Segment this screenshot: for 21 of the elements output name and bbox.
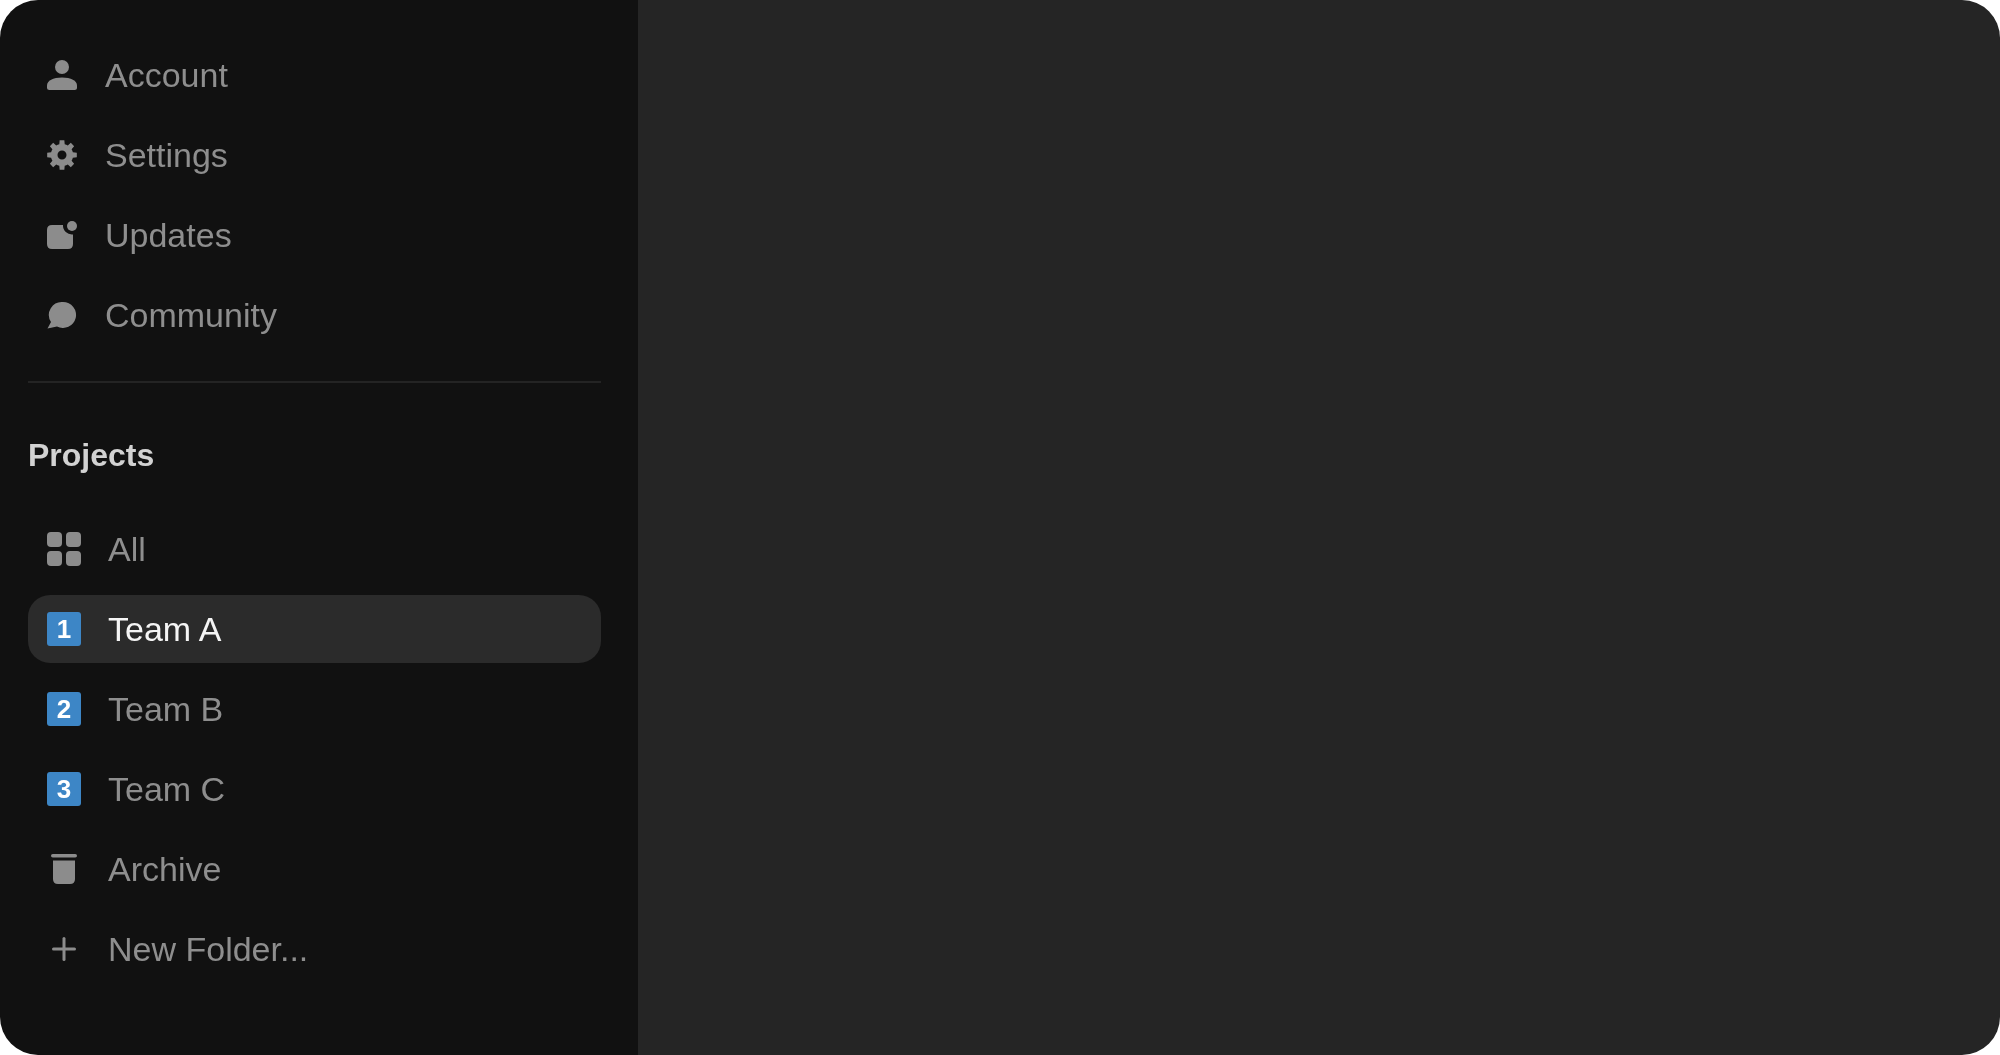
grid-icon [47, 532, 81, 566]
menu-item[interactable]: Updates [28, 201, 601, 269]
square-dot-icon [47, 221, 77, 249]
trash-icon [51, 854, 77, 884]
settings-icon [47, 140, 77, 170]
project-item[interactable]: New Folder... [28, 915, 601, 983]
person-icon [47, 60, 77, 90]
number-badge: 1 [47, 612, 81, 646]
project-item[interactable]: Archive [28, 835, 601, 903]
project-item[interactable]: 3 Team C [28, 755, 601, 823]
menu-item[interactable]: Settings [28, 121, 601, 189]
project-item[interactable]: 2 Team B [28, 675, 601, 743]
plus-icon [52, 937, 76, 961]
menu-item[interactable]: Account [28, 41, 601, 109]
project-item[interactable]: All [28, 515, 601, 583]
chat-bubble-icon [47, 301, 77, 329]
number-badge: 2 [47, 692, 81, 726]
project-item[interactable]: 1 Team A [28, 595, 601, 663]
menu-item[interactable]: Community [28, 281, 601, 349]
number-badge: 3 [47, 772, 81, 806]
section-heading: Projects [28, 436, 156, 475]
